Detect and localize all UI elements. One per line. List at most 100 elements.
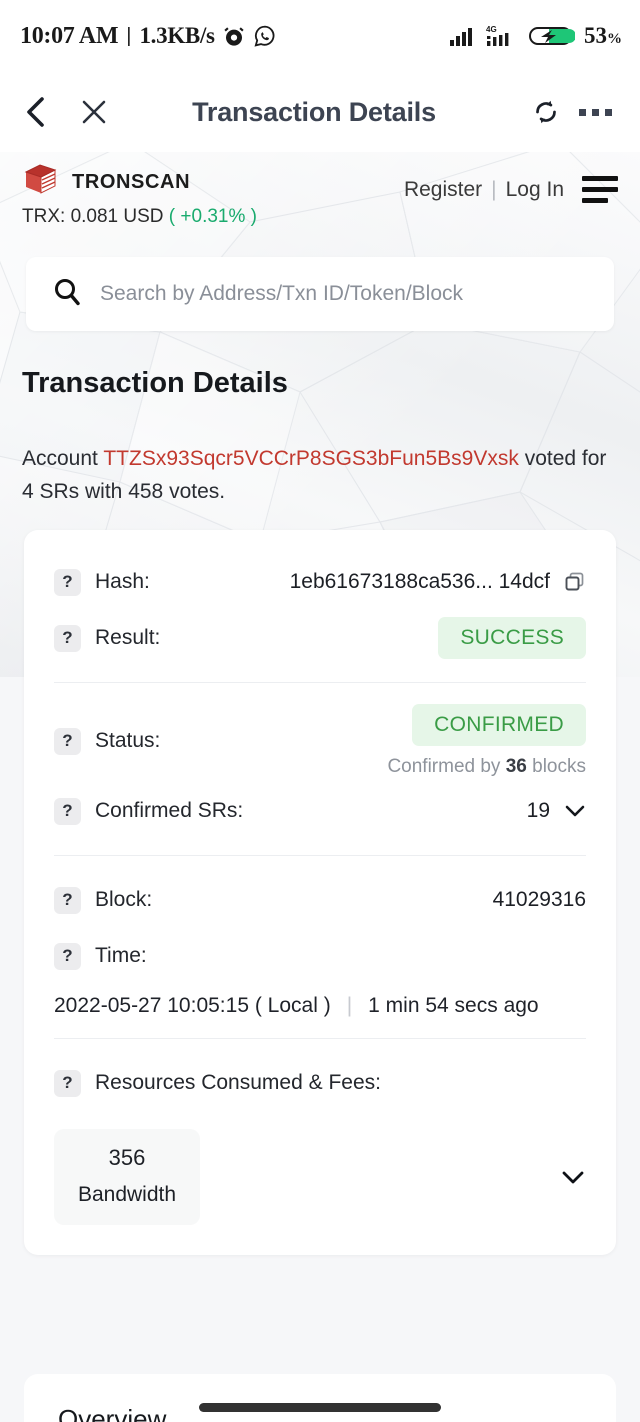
register-link[interactable]: Register (404, 178, 482, 202)
price-change: ( +0.31% ) (168, 206, 257, 227)
row-block: ? Block: 41029316 (54, 872, 586, 928)
status-bar-right: 4G 53% (449, 23, 622, 49)
hash-value-group: 1eb61673188ca536... 14dcf (290, 570, 586, 594)
content-heading: Transaction Details (22, 367, 288, 399)
time-values: 2022-05-27 10:05:15 ( Local ) | 1 min 54… (54, 984, 586, 1022)
hash-label-group: ? Hash: (54, 568, 150, 596)
status-label: Status: (95, 729, 161, 752)
auth-links: Register | Log In (404, 178, 564, 202)
brand-block: TRONSCAN TRX: 0.081 USD ( +0.31% ) (22, 162, 257, 228)
app-nav-bar: Transaction Details (0, 72, 640, 152)
phone-screen: 10:07 AM | 1.3KB/s 4G 53% Transaction De… (0, 0, 640, 1422)
help-icon[interactable]: ? (54, 624, 81, 652)
chevron-down-icon[interactable] (560, 1168, 586, 1186)
account-address-link[interactable]: TTZSx93Sqcr5VCCrP8SGS3bFun5Bs9Vxsk (103, 447, 519, 470)
price-currency: USD (123, 206, 164, 227)
row-resources: ? Resources Consumed & Fees: (54, 1055, 586, 1111)
block-label-group: ? Block: (54, 886, 153, 914)
row-hash: ? Hash: 1eb61673188ca536... 14dcf (54, 554, 586, 610)
help-icon[interactable]: ? (54, 942, 81, 970)
block-label: Block: (95, 888, 153, 911)
battery-charging-icon (529, 24, 575, 48)
time-label: Time: (95, 944, 147, 967)
header-right: Register | Log In (404, 162, 618, 203)
status-bar-left: 10:07 AM | 1.3KB/s (20, 23, 277, 50)
confirmation-note-suffix: blocks (532, 756, 586, 777)
home-indicator[interactable] (199, 1403, 441, 1412)
refresh-icon[interactable] (526, 92, 566, 132)
result-label-group: ? Result: (54, 624, 161, 652)
tab-overview[interactable]: Overview (58, 1404, 166, 1422)
relative-time-value: 1 min 54 secs ago (368, 994, 539, 1017)
svg-text:4G: 4G (486, 25, 497, 34)
more-options-icon[interactable] (572, 92, 618, 132)
help-icon[interactable]: ? (54, 886, 81, 914)
confirmation-count: 36 (505, 756, 527, 777)
local-time-value: 2022-05-27 10:05:15 ( Local ) (54, 994, 331, 1017)
resources-row: 356 Bandwidth (54, 1129, 586, 1225)
transaction-details-card: ? Hash: 1eb61673188ca536... 14dcf ? Resu… (24, 530, 616, 1255)
help-icon[interactable]: ? (54, 727, 81, 755)
auth-separator: | (491, 177, 497, 201)
webview-content: TRONSCAN TRX: 0.081 USD ( +0.31% ) Regis… (0, 152, 640, 1422)
signal-bars-icon (449, 25, 477, 47)
divider (54, 855, 586, 856)
divider (54, 1038, 586, 1039)
search-bar[interactable]: Search by Address/Txn ID/Token/Block (26, 257, 614, 331)
chevron-down-icon[interactable] (564, 803, 586, 819)
confirmation-note: Confirmed by 36 blocks (387, 756, 586, 778)
search-input[interactable]: Search by Address/Txn ID/Token/Block (100, 282, 463, 306)
site-header: TRONSCAN TRX: 0.081 USD ( +0.31% ) Regis… (0, 162, 640, 242)
row-confirmed-srs: ? Confirmed SRs: 19 (54, 783, 586, 839)
hash-value: 1eb61673188ca536... 14dcf (289, 570, 550, 593)
status-bar: 10:07 AM | 1.3KB/s 4G 53% (0, 0, 640, 72)
alarm-clock-icon (222, 24, 246, 48)
row-result: ? Result: SUCCESS (54, 610, 586, 666)
page-title: Transaction Details (192, 96, 436, 127)
whatsapp-icon (253, 24, 277, 48)
time-divider: | (346, 994, 353, 1017)
confirmed-srs-value: 19 (526, 799, 550, 822)
resources-label: Resources Consumed & Fees: (95, 1071, 381, 1094)
bandwidth-value: 356 (108, 1145, 146, 1170)
status-separator: | (126, 24, 132, 47)
result-label: Result: (95, 626, 161, 649)
signal-bars-4g-icon: 4G (486, 24, 520, 48)
resources-label-group: ? Resources Consumed & Fees: (54, 1069, 381, 1097)
tabs-card: Overview (24, 1374, 616, 1422)
brand-row[interactable]: TRONSCAN (22, 162, 257, 203)
divider (54, 682, 586, 683)
confirmation-note-prefix: Confirmed by (387, 756, 501, 777)
block-value[interactable]: 41029316 (493, 888, 586, 912)
confirmed-srs-label: Confirmed SRs: (95, 799, 244, 822)
transaction-summary: Account TTZSx93Sqcr5VCCrP8SGS3bFun5Bs9Vx… (22, 442, 618, 508)
price-label: TRX: (22, 206, 66, 227)
confirmed-srs-value-group[interactable]: 19 (527, 799, 586, 823)
row-status: ? Status: CONFIRMED Confirmed by 36 bloc… (54, 699, 586, 783)
price-value: 0.081 (70, 206, 119, 227)
tronscan-logo-icon (22, 162, 62, 203)
confirmed-srs-label-group: ? Confirmed SRs: (54, 797, 244, 825)
login-link[interactable]: Log In (506, 178, 564, 202)
help-icon[interactable]: ? (54, 568, 81, 596)
trx-price: TRX: 0.081 USD ( +0.31% ) (22, 206, 257, 228)
status-badge: CONFIRMED (412, 704, 586, 746)
status-time: 10:07 AM (20, 22, 119, 49)
bandwidth-unit: Bandwidth (77, 1183, 177, 1206)
hamburger-menu-icon[interactable] (582, 176, 618, 203)
network-speed: 1.3KB/s (139, 23, 215, 48)
battery-percent: 53% (584, 23, 622, 48)
help-icon[interactable]: ? (54, 797, 81, 825)
block-value-group: 41029316 (493, 888, 586, 912)
brand-name: TRONSCAN (72, 171, 191, 193)
row-time: ? Time: (54, 928, 586, 984)
status-badge: SUCCESS (438, 617, 586, 659)
result-value-group: SUCCESS (438, 617, 586, 659)
time-label-group: ? Time: (54, 942, 147, 970)
bandwidth-tile: 356 Bandwidth (54, 1129, 200, 1225)
chevron-left-icon[interactable] (22, 92, 56, 132)
help-icon[interactable]: ? (54, 1069, 81, 1097)
status-label-group: ? Status: (54, 727, 161, 755)
copy-icon[interactable] (564, 571, 586, 593)
summary-prefix: Account (22, 447, 98, 470)
